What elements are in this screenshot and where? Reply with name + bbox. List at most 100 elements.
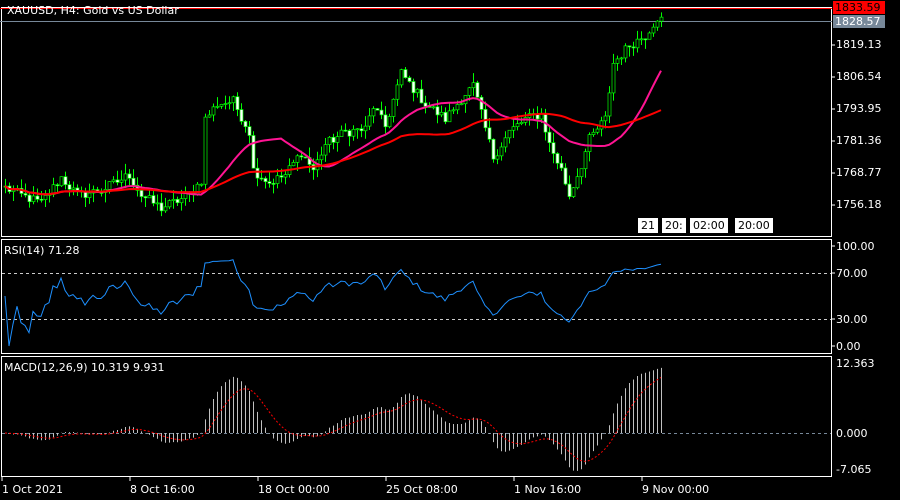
candle-body (431, 106, 436, 109)
candle-body (335, 136, 340, 143)
candle-body (131, 177, 136, 186)
candle-body (159, 202, 164, 212)
candle-body (71, 187, 76, 190)
candle-body (411, 81, 416, 94)
candle-body (483, 109, 488, 129)
macd-panel-frame (1, 356, 832, 477)
candle-body (547, 131, 552, 144)
candle-body (11, 189, 16, 192)
bid-price-tag: 1828.57 (833, 15, 885, 28)
candle-body (303, 156, 308, 159)
candle-body (27, 194, 32, 203)
candle-body (655, 20, 660, 28)
chart-canvas[interactable] (0, 0, 900, 500)
candle-body (255, 167, 260, 179)
y-tick-label: 1768.77 (836, 166, 882, 179)
candle-body (107, 181, 112, 190)
macd-label: MACD(12,26,9) 10.319 9.931 (4, 361, 165, 374)
candle-body (115, 179, 120, 183)
candle-body (575, 176, 580, 189)
candle-body (487, 127, 492, 140)
candle-body (551, 142, 556, 154)
candle-body (623, 45, 628, 59)
candle-body (211, 106, 216, 116)
time-button[interactable]: 02:00 (688, 218, 728, 233)
y-tick-label: 1819.13 (836, 38, 882, 51)
time-button[interactable]: 20:00 (733, 218, 773, 233)
candle-body (415, 88, 420, 94)
candle-body (627, 45, 632, 48)
candle-body (339, 129, 344, 137)
candle-body (243, 121, 248, 128)
candle-body (239, 109, 244, 122)
candle-body (203, 116, 208, 185)
candle-body (351, 128, 356, 137)
candle-body (223, 103, 228, 105)
candle-body (499, 146, 504, 157)
candle-body (399, 69, 404, 86)
ma-fast-line (4, 70, 662, 196)
candle-body (215, 105, 220, 108)
x-tick-label: 25 Oct 08:00 (386, 483, 458, 496)
rsi-line (4, 259, 662, 347)
candle-body (183, 193, 188, 199)
ask-price-tag: 1833.59 (833, 1, 885, 14)
candle-body (359, 128, 364, 132)
candle-body (155, 202, 160, 205)
candle-body (291, 162, 296, 167)
candle-body (147, 195, 152, 199)
candle-body (323, 144, 328, 156)
candle-body (39, 198, 44, 201)
y-tick-label: 1781.36 (836, 134, 882, 147)
candle-body (319, 154, 324, 161)
candle-body (407, 77, 412, 82)
candle-body (611, 63, 616, 94)
y-tick-label: 1793.95 (836, 102, 882, 115)
candle-body (251, 135, 256, 169)
candle-body (439, 111, 444, 116)
candle-body (435, 106, 440, 116)
candle-body (59, 176, 64, 187)
candle-body (175, 198, 180, 204)
candle-body (379, 109, 384, 116)
candle-body (503, 137, 508, 148)
candle-body (123, 173, 128, 181)
candle-body (207, 114, 212, 118)
candle-body (43, 195, 48, 200)
x-tick-label: 1 Nov 16:00 (514, 483, 582, 496)
candle-body (295, 155, 300, 163)
candle-body (635, 38, 640, 49)
y-tick-label: 1756.18 (836, 198, 882, 212)
candle-body (171, 198, 176, 201)
time-button[interactable]: 21 (636, 218, 658, 233)
candle-body (403, 69, 408, 78)
x-tick-label: 18 Oct 00:00 (258, 483, 330, 496)
macd-signal-line (4, 377, 662, 462)
rsi-level-label: 70.00 (836, 267, 868, 280)
candle-body (299, 155, 304, 158)
candle-body (579, 168, 584, 178)
candle-body (607, 92, 612, 117)
candle-body (271, 183, 276, 185)
candle-body (479, 96, 484, 110)
candle-body (563, 167, 568, 185)
candle-body (459, 103, 464, 106)
candle-body (235, 96, 240, 110)
candle-body (631, 46, 636, 49)
candle-body (275, 175, 280, 184)
candle-body (279, 175, 284, 178)
candle-body (227, 102, 232, 105)
candle-body (643, 38, 648, 41)
candle-body (619, 57, 624, 60)
candle-body (491, 138, 496, 160)
macd-level-label: 0.000 (836, 427, 868, 440)
macd-level-label: 12.363 (836, 357, 875, 370)
time-button[interactable]: 20: (660, 218, 686, 233)
candle-body (595, 128, 600, 133)
candle-body (559, 162, 564, 169)
rsi-level-label: 30.00 (836, 313, 868, 326)
candle-body (587, 134, 592, 153)
rsi-level-label: 0.00 (836, 340, 861, 353)
candle-body (567, 183, 572, 197)
candle-body (375, 108, 380, 111)
